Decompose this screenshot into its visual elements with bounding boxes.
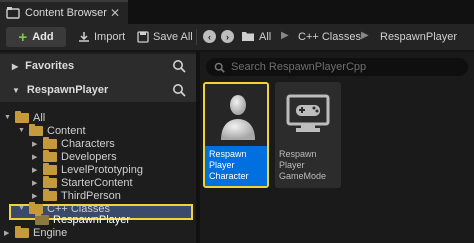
tree-item[interactable]: ▶ ThirdPerson (32, 188, 121, 202)
tree-item[interactable]: ▶ StarterContent (32, 175, 133, 189)
folder-icon (43, 188, 57, 201)
folder-icon (43, 136, 57, 149)
tree-item-label: Content (47, 124, 86, 137)
tab-content-browser[interactable]: Content Browser ✕ (0, 0, 128, 24)
save-icon (137, 31, 149, 43)
tree-item[interactable]: ▶ Engine (4, 225, 68, 239)
chevron-right-icon[interactable]: ▶ (32, 166, 40, 174)
character-icon (221, 95, 255, 140)
toolbar-divider (196, 29, 197, 45)
chevron-down-icon: ▼ (12, 85, 20, 95)
plus-icon: + (18, 28, 28, 46)
tree-item[interactable]: ▶ Developers (32, 149, 117, 163)
import-button[interactable]: Import (78, 27, 125, 47)
tree-item[interactable]: RespawnPlayer (24, 212, 131, 226)
tab-bar: Content Browser ✕ (0, 0, 474, 24)
asset-card-character[interactable]: Respawn Player Character (203, 82, 269, 188)
project-label: RespawnPlayer (26, 84, 109, 96)
code-folder-icon (35, 212, 49, 225)
search-placeholder: Search RespawnPlayerCpp (231, 61, 367, 73)
tree-item-label: Developers (61, 150, 117, 163)
folder-icon (15, 110, 29, 123)
asset-card-gamemode[interactable]: Respawn Player GameMode (275, 82, 341, 188)
search-icon (214, 62, 225, 73)
tree-item[interactable]: ▶ Characters (32, 136, 115, 150)
chevron-right-icon[interactable]: ▶ (32, 179, 40, 187)
chevron-right-icon: ▶ (361, 30, 369, 41)
tree-item[interactable]: ▼ Content (18, 123, 86, 137)
add-button[interactable]: + Add (6, 27, 66, 47)
breadcrumb-respawnplayer[interactable]: RespawnPlayer (380, 27, 457, 47)
tree-item-label: RespawnPlayer (53, 213, 131, 226)
tab-title: Content Browser (25, 7, 107, 19)
chevron-right-icon: ▶ (12, 61, 19, 71)
tree-item-label: LevelPrototyping (61, 163, 143, 176)
folder-icon (43, 175, 57, 188)
chevron-right-icon[interactable]: ▶ (32, 153, 40, 161)
import-icon (79, 32, 89, 42)
chevron-down-icon[interactable]: ▼ (4, 114, 12, 121)
search-icon[interactable] (172, 83, 186, 97)
import-button-label: Import (94, 31, 126, 43)
back-icon[interactable]: ‹ (203, 30, 216, 43)
favorites-header[interactable]: ▶ Favorites (0, 54, 196, 78)
chevron-down-icon[interactable]: ▼ (18, 205, 26, 212)
search-input[interactable]: Search RespawnPlayerCpp (206, 58, 468, 76)
tree-item-label: All (33, 111, 46, 124)
tree-item-label: Engine (33, 226, 68, 239)
breadcrumb-all[interactable]: All (259, 27, 271, 47)
tree-item-label: Characters (61, 137, 115, 150)
tree-item[interactable]: ▶ LevelPrototyping (32, 162, 143, 176)
favorites-label: Favorites (25, 60, 75, 72)
chevron-right-icon[interactable]: ▶ (4, 229, 12, 237)
project-header[interactable]: ▼ RespawnPlayer (0, 78, 196, 102)
close-icon[interactable]: ✕ (110, 6, 120, 20)
tree-item-label: ThirdPerson (61, 189, 121, 202)
asset-label: Respawn Player Character (205, 146, 267, 186)
folder-icon (43, 149, 57, 162)
content-browser-icon (6, 7, 20, 19)
chevron-right-icon[interactable]: ▶ (32, 192, 40, 200)
chevron-right-icon[interactable]: ▶ (32, 140, 40, 148)
save-all-button[interactable]: Save All (137, 27, 193, 47)
chevron-down-icon[interactable]: ▼ (18, 127, 26, 134)
save-all-button-label: Save All (153, 31, 193, 43)
asset-thumbnail (275, 82, 341, 146)
asset-thumbnail (205, 84, 267, 148)
forward-icon[interactable]: › (221, 30, 234, 43)
tree-item-label: StarterContent (61, 176, 133, 189)
folder-icon (15, 225, 29, 238)
add-button-label: Add (32, 31, 54, 43)
tree-item[interactable]: ▼ All (4, 110, 46, 124)
folder-icon (43, 162, 57, 175)
folder-icon (29, 123, 43, 136)
folder-icon[interactable] (241, 30, 255, 42)
chevron-right-icon: ▶ (281, 30, 289, 41)
breadcrumb-cpp-classes[interactable]: C++ Classes (298, 27, 361, 47)
toolbar: + Add Import Save All ‹ › All ▶ C++ Clas… (0, 24, 474, 50)
asset-label: Respawn Player GameMode (279, 149, 327, 181)
search-icon[interactable] (172, 59, 186, 73)
gamemode-icon (286, 94, 330, 132)
